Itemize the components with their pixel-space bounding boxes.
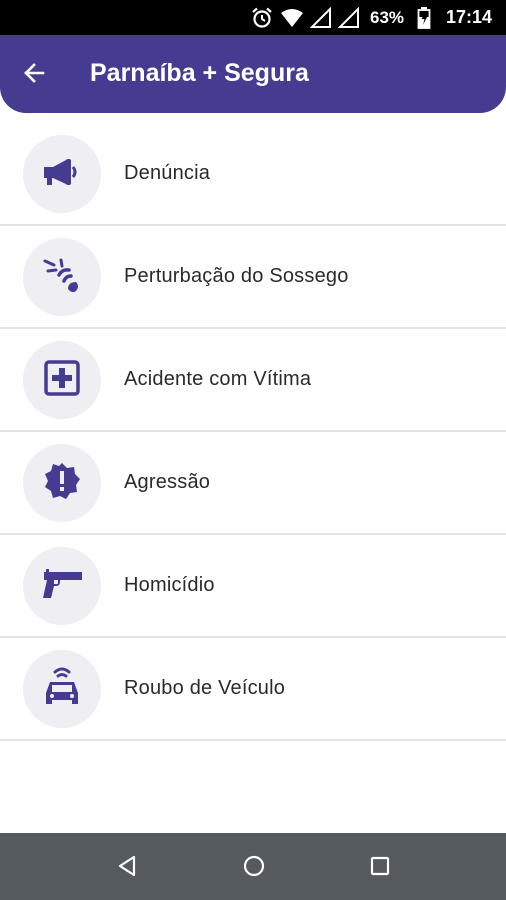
home-circle-icon [242, 854, 266, 883]
icon-container [23, 444, 101, 522]
icon-container [23, 238, 101, 316]
list-item-label: Perturbação do Sossego [124, 265, 349, 287]
list-item-label: Agressão [124, 471, 211, 493]
nav-recents-button[interactable] [358, 846, 402, 890]
icon-container [23, 135, 101, 213]
status-bar: 63% 17:14 [0, 0, 506, 35]
list-item-label: Homicídio [124, 574, 215, 596]
list-item-acidente[interactable]: Acidente com Vítima [0, 329, 506, 432]
noise-icon [42, 255, 82, 300]
arrow-left-icon [23, 62, 45, 89]
list-item-label: Denúncia [124, 162, 211, 184]
alert-badge-icon [42, 461, 82, 506]
nav-back-button[interactable] [105, 846, 149, 890]
battery-icon [417, 0, 431, 35]
system-nav-bar [0, 833, 506, 900]
icon-container [23, 547, 101, 625]
clock: 17:14 [446, 7, 493, 27]
menu-list: Denúncia Perturbação do Sossego Acidente… [0, 123, 506, 741]
pistol-icon [40, 567, 84, 606]
nav-home-button[interactable] [232, 846, 276, 890]
page-title: Parnaíba + Segura [90, 59, 309, 87]
back-triangle-icon [116, 854, 138, 883]
battery-percent: 63% [370, 7, 405, 27]
signal-icon [338, 0, 360, 35]
list-item-perturbacao[interactable]: Perturbação do Sossego [0, 226, 506, 329]
wifi-icon [280, 0, 304, 35]
icon-container [23, 341, 101, 419]
alarm-icon [250, 0, 274, 35]
megaphone-icon [42, 156, 82, 193]
app-bar: Parnaíba + Segura [0, 35, 506, 113]
recents-square-icon [369, 855, 391, 882]
list-item-homicidio[interactable]: Homicídio [0, 535, 506, 638]
list-item-denuncia[interactable]: Denúncia [0, 123, 506, 226]
car-signal-icon [42, 665, 82, 714]
signal-icon [310, 0, 332, 35]
list-item-agressao[interactable]: Agressão [0, 432, 506, 535]
icon-container [23, 650, 101, 728]
medical-cross-icon [43, 359, 81, 402]
list-item-label: Acidente com Vítima [124, 368, 312, 390]
list-item-roubo-veiculo[interactable]: Roubo de Veículo [0, 638, 506, 741]
back-button[interactable] [14, 55, 54, 95]
list-item-label: Roubo de Veículo [124, 677, 286, 699]
